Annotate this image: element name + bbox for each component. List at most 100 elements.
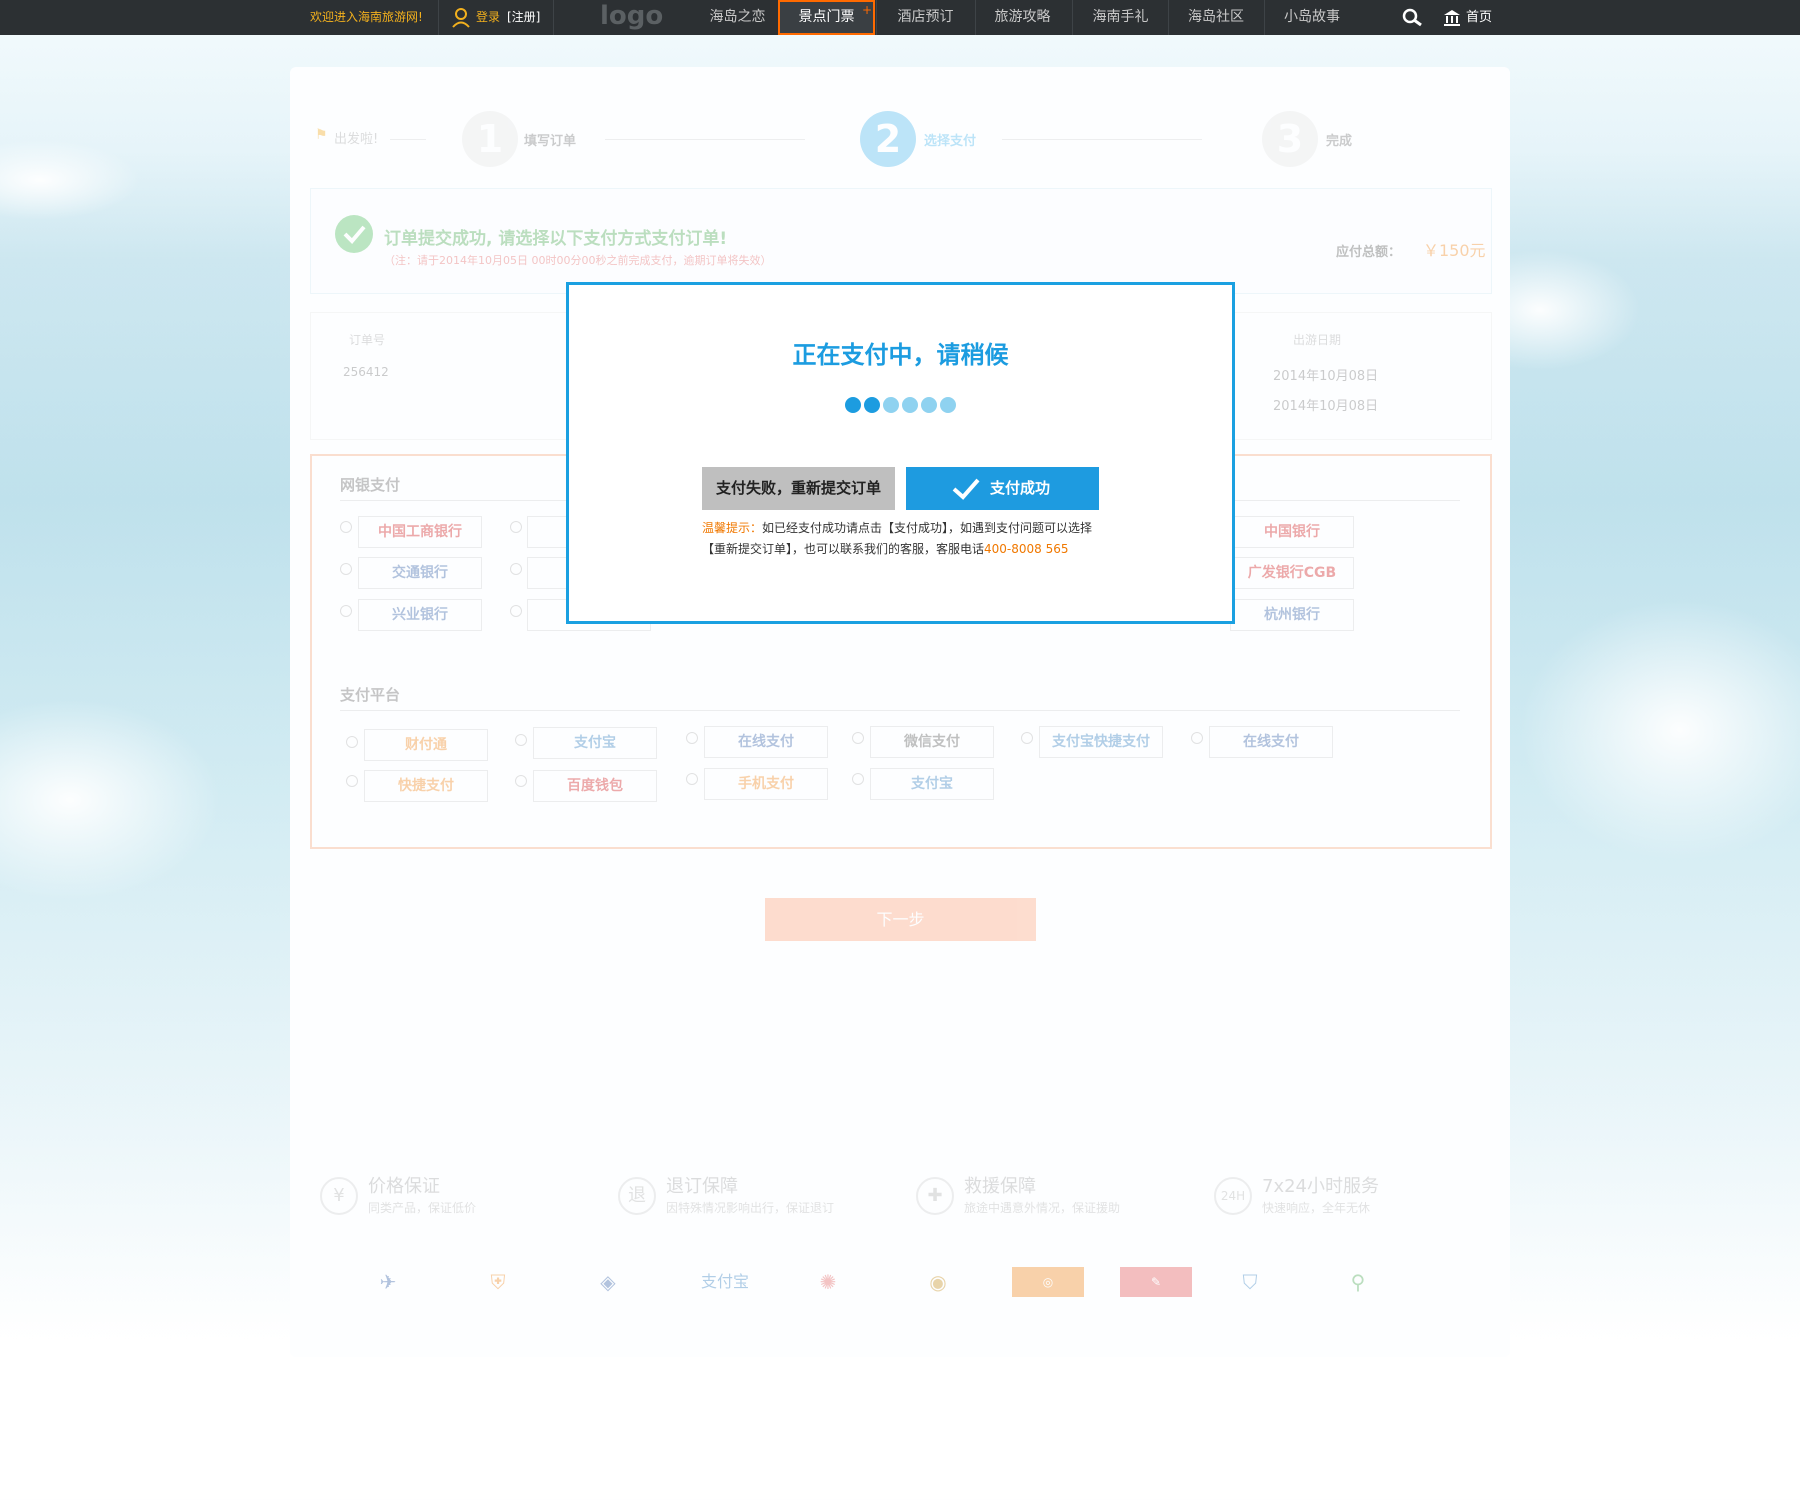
loading-dot-icon [940, 397, 956, 413]
step-1-circle: 1 [462, 111, 518, 167]
platform-option-wechat[interactable]: 微信支付 [870, 726, 994, 758]
platform-option-alipay[interactable]: 支付宝 [533, 727, 657, 759]
checkmark-icon [952, 478, 980, 500]
trust-badge-icon: ✈ [379, 1270, 397, 1294]
top-navigation-bar: 欢迎进入海南旅游网! 登录 [注册] logo 海岛之恋 景点门票 + 酒店预订… [0, 0, 1800, 35]
refund-guarantee-icon: 退 [618, 1177, 656, 1215]
platform-radio[interactable] [852, 732, 864, 744]
platform-option-quickpay[interactable]: 快捷支付 [364, 770, 488, 802]
nav-item-stories[interactable]: 小岛故事 [1264, 0, 1360, 35]
site-logo[interactable]: logo [600, 0, 663, 35]
nav-item-community[interactable]: 海岛社区 [1168, 0, 1264, 35]
user-icon[interactable] [452, 0, 470, 35]
nav-divider [553, 0, 554, 35]
bank-radio[interactable] [510, 605, 522, 617]
step-connector [605, 139, 805, 140]
trusted-site-badge-icon: ◎ [1012, 1267, 1084, 1297]
platform-radio[interactable] [686, 732, 698, 744]
platform-radio[interactable] [346, 736, 358, 748]
step-connector [1002, 139, 1202, 140]
guarantee-subtitle: 旅途中遇意外情况，保证援助 [964, 1201, 1121, 1215]
nav-item-hotels[interactable]: 酒店预订 [878, 0, 973, 35]
loading-dot-icon [864, 397, 880, 413]
platform-radio[interactable] [1191, 732, 1203, 744]
guarantee-subtitle: 因特殊情况影响出行，保证退订 [666, 1201, 835, 1215]
loading-dot-icon [845, 397, 861, 413]
total-label: 应付总额： [1336, 245, 1402, 260]
notice-deadline: （注：请于2014年10月05日 00时00分00秒之前完成支付，逾期订单将失效… [384, 254, 772, 267]
bank-option-hzbank[interactable]: 杭州银行 [1230, 599, 1354, 631]
trust-badge-icon: ⛨ [490, 1270, 506, 1294]
travel-date-value: 2014年10月08日 [1273, 369, 1379, 384]
alipay-badge-icon: 支付宝 [700, 1272, 749, 1291]
trust-badge-icon: ✺ [819, 1270, 837, 1294]
bank-option-cib[interactable]: 兴业银行 [358, 599, 482, 631]
notice-title: 订单提交成功, 请选择以下支付方式支付订单! [384, 229, 728, 249]
bank-radio[interactable] [340, 563, 352, 575]
integrity-badge-icon: ✎ [1120, 1267, 1192, 1297]
home-icon[interactable] [1443, 0, 1461, 35]
platform-radio[interactable] [346, 775, 358, 787]
platform-radio[interactable] [686, 773, 698, 785]
home-link[interactable]: 首页 [1466, 0, 1492, 35]
platform-option-alipay-2[interactable]: 支付宝 [870, 768, 994, 800]
order-no-header: 订单号 [349, 333, 386, 347]
payment-failed-resubmit-button[interactable]: 支付失败，重新提交订单 [702, 467, 895, 510]
platform-radio[interactable] [852, 773, 864, 785]
main-content-panel: ⚑ 出发啦! 1 填写订单 2 选择支付 3 完成 订单提交成功, 请选择以下支… [290, 67, 1510, 1357]
modal-tip: 温馨提示：如已经支付成功请点击【支付成功】，如遇到支付问题可以选择 【重新提交订… [702, 518, 1122, 560]
nav-item-gifts[interactable]: 海南手礼 [1072, 0, 1169, 35]
step-1-label: 填写订单 [524, 134, 577, 149]
bank-radio[interactable] [340, 521, 352, 533]
platform-option-unionpay-2[interactable]: 在线支付 [1209, 726, 1333, 758]
platform-radio[interactable] [1021, 732, 1033, 744]
bank-radio[interactable] [510, 521, 522, 533]
platform-option-baidu-wallet[interactable]: 百度钱包 [533, 770, 657, 802]
login-link[interactable]: 登录 [476, 0, 500, 35]
background-cloud [1520, 600, 1800, 860]
bank-option-boc[interactable]: 中国银行 [1230, 516, 1354, 548]
section-divider [340, 710, 1460, 711]
step-2-label: 选择支付 [924, 134, 977, 149]
step-3-circle: 3 [1262, 111, 1318, 167]
platform-radio[interactable] [515, 775, 527, 787]
order-no-value: 256412 [343, 365, 389, 379]
background-cloud [0, 140, 140, 220]
platform-radio[interactable] [515, 734, 527, 746]
platform-option-mobile-pay[interactable]: 手机支付 [704, 768, 828, 800]
next-step-button[interactable]: 下一步 [765, 898, 1036, 941]
step-connector [390, 139, 426, 140]
trust-badge-icon: ◈ [600, 1270, 616, 1294]
welcome-text: 欢迎进入海南旅游网! [310, 10, 423, 24]
platform-option-alipay-express[interactable]: 支付宝快捷支付 [1039, 726, 1163, 758]
background-cloud [0, 700, 220, 900]
nav-item-tickets[interactable]: 景点门票 [778, 0, 875, 35]
loading-dot-icon [902, 397, 918, 413]
bank-radio[interactable] [340, 605, 352, 617]
platform-option-tenpay[interactable]: 财付通 [364, 729, 488, 761]
travel-date-header: 出游日期 [1293, 333, 1342, 347]
total-amount: ￥150元 [1423, 241, 1486, 260]
bank-payment-title: 网银支付 [340, 476, 401, 494]
trust-badge-icon: ◉ [929, 1270, 947, 1294]
guarantee-subtitle: 同类产品，保证低价 [368, 1201, 477, 1215]
bank-option-icbc[interactable]: 中国工商银行 [358, 516, 482, 548]
search-icon[interactable] [1400, 0, 1424, 35]
hot-plus-badge: + [862, 3, 873, 17]
bank-option-bocom[interactable]: 交通银行 [358, 557, 482, 589]
tip-text-line1: 如已经支付成功请点击【支付成功】，如遇到支付问题可以选择 [762, 521, 1093, 535]
register-link[interactable]: [注册] [507, 0, 540, 35]
nav-item-guides[interactable]: 旅游攻略 [975, 0, 1070, 35]
guarantee-subtitle: 快速响应，全年无休 [1262, 1201, 1371, 1215]
payment-success-button[interactable]: 支付成功 [906, 467, 1099, 510]
service-phone: 400-8008 565 [984, 542, 1069, 556]
tip-label: 温馨提示： [702, 521, 763, 535]
order-notice-box: 订单提交成功, 请选择以下支付方式支付订单! （注：请于2014年10月05日 … [310, 188, 1492, 294]
bank-option-cgb[interactable]: 广发银行CGB [1230, 557, 1354, 589]
platform-option-unionpay[interactable]: 在线支付 [704, 726, 828, 758]
bank-radio[interactable] [510, 563, 522, 575]
nav-item-island-love[interactable]: 海岛之恋 [695, 0, 780, 35]
payment-success-label: 支付成功 [990, 479, 1051, 497]
guarantee-title: 7x24小时服务 [1262, 1176, 1380, 1197]
guarantee-title: 价格保证 [368, 1176, 440, 1197]
